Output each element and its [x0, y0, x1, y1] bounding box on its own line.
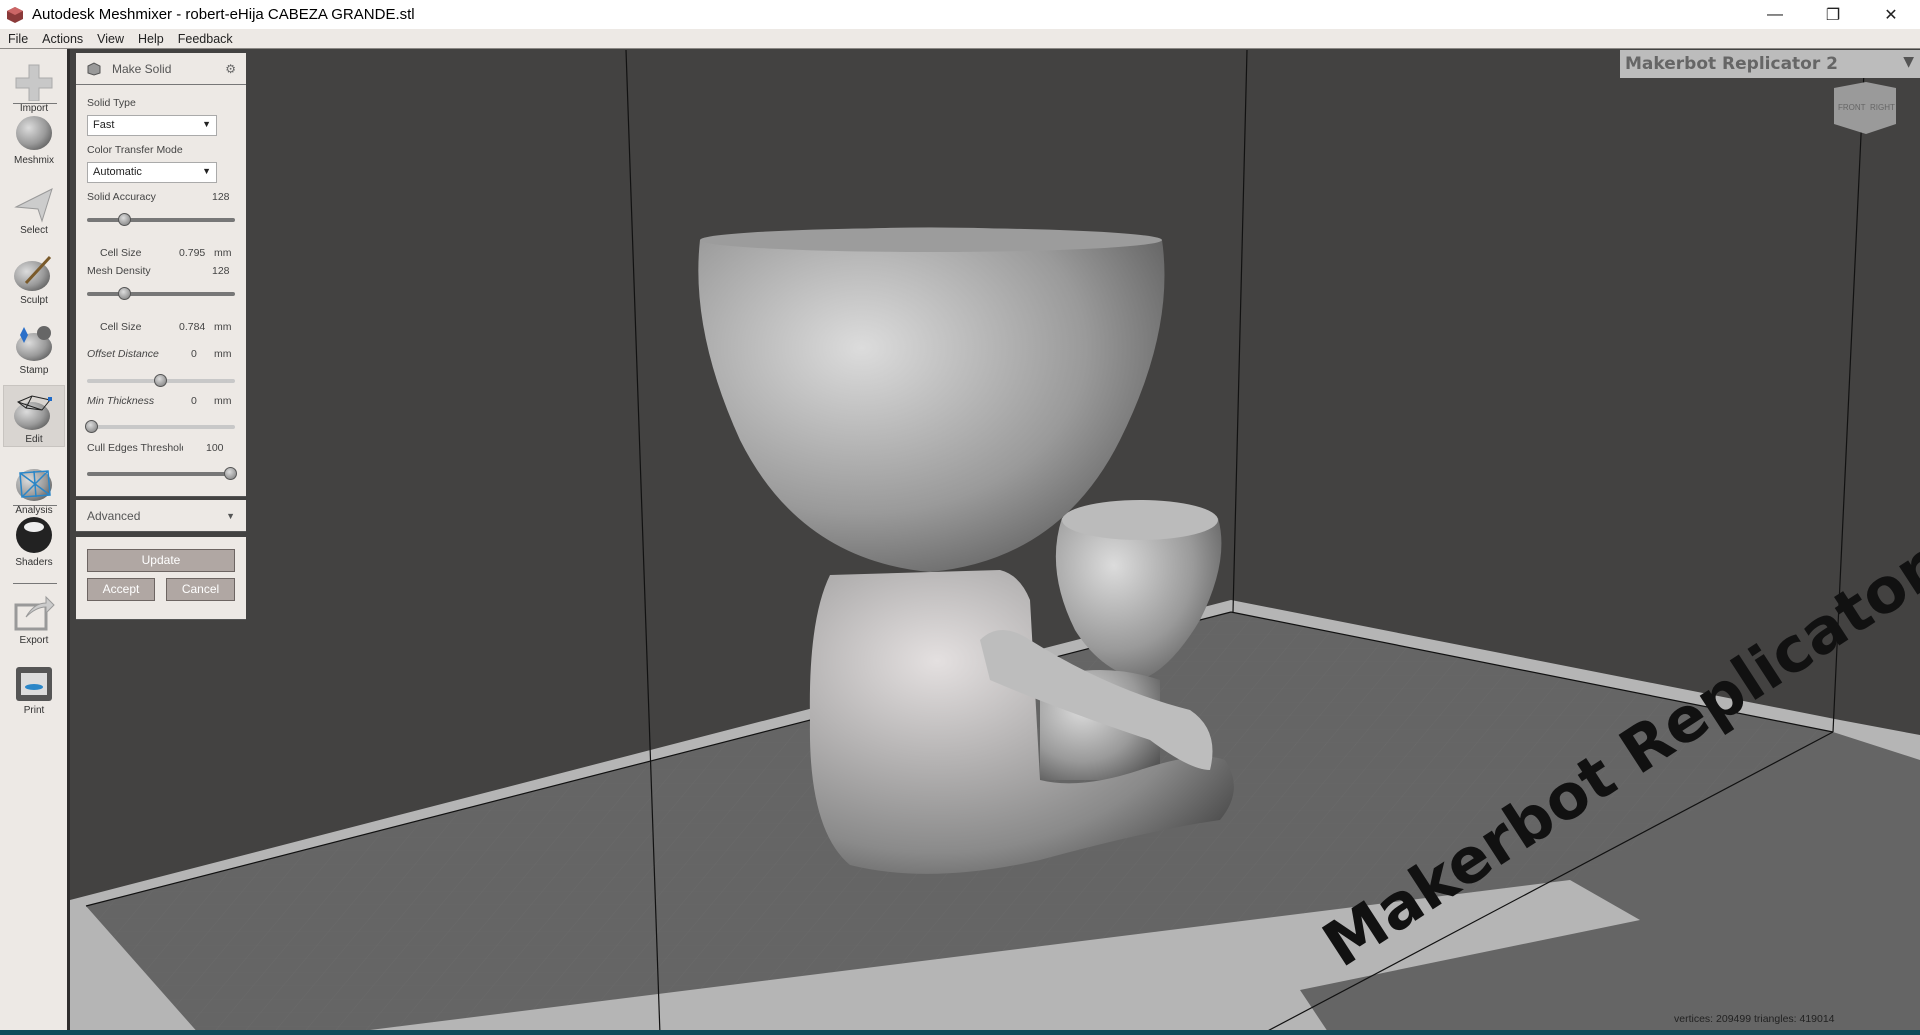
tool-stamp[interactable]: Stamp [3, 323, 65, 376]
unit-label: mm [214, 321, 232, 333]
cull-edges-slider[interactable] [87, 467, 237, 480]
advanced-label: Advanced [87, 508, 141, 523]
cull-edges-label: Cull Edges Threshold [87, 442, 183, 454]
offset-distance-label: Offset Distance [87, 348, 159, 360]
solid-type-select[interactable]: Fast ▼ [87, 115, 217, 136]
mesh-density-value: 128 [212, 265, 230, 277]
meshmix-icon [16, 116, 52, 150]
mesh-stats: vertices: 209499 triangles: 419014 [1670, 1008, 1920, 1030]
menu-help[interactable]: Help [138, 32, 164, 46]
update-button[interactable]: Update [87, 549, 235, 572]
tool-meshmix[interactable]: Meshmix [3, 113, 65, 166]
cell-size-value: 0.795 [179, 247, 206, 259]
cell-size-label: Cell Size [100, 247, 142, 259]
chevron-down-icon: ▼ [202, 166, 211, 176]
solid-accuracy-label: Solid Accuracy [87, 191, 156, 203]
min-thickness-slider[interactable] [85, 420, 235, 433]
offset-distance-slider[interactable] [87, 374, 235, 387]
offset-distance-value: 0 [191, 348, 197, 360]
menu-bar: File Actions View Help Feedback [0, 29, 1920, 49]
title-bar: Autodesk Meshmixer - robert-eHija CABEZA… [0, 0, 1920, 29]
sculpt-icon [14, 255, 52, 291]
solid-type-label: Solid Type [87, 97, 136, 109]
cancel-button[interactable]: Cancel [166, 578, 235, 601]
mesh-density-label: Mesh Density [87, 265, 151, 277]
shaders-icon [16, 517, 52, 553]
menu-actions[interactable]: Actions [42, 32, 83, 46]
print-icon [16, 667, 52, 701]
minimize-button[interactable]: — [1746, 0, 1804, 29]
color-mode-select[interactable]: Automatic ▼ [87, 162, 217, 183]
solid-accuracy-value: 128 [212, 191, 230, 203]
printer-select[interactable]: Makerbot Replicator 2 ▼ [1620, 50, 1920, 78]
panel-title: Make Solid [112, 61, 172, 76]
restore-button[interactable]: ❐ [1804, 0, 1862, 29]
window-title: Autodesk Meshmixer - robert-eHija CABEZA… [32, 6, 415, 23]
make-solid-panel: Make Solid ⚙ Solid Type Fast ▼ Color Trans… [76, 53, 246, 497]
tool-edit[interactable]: Edit [3, 385, 65, 447]
chevron-down-icon: ▼ [226, 510, 235, 521]
cull-edges-value: 100 [206, 442, 224, 454]
tool-print[interactable]: Print [3, 663, 65, 716]
bottom-bar [0, 1030, 1920, 1035]
edit-icon [14, 395, 52, 430]
tool-import[interactable]: Import [3, 61, 65, 114]
left-toolbar: Import Meshmix Select Sculpt Stamp Edit … [0, 49, 70, 1035]
view-cube[interactable]: FRONT RIGHT [1832, 80, 1898, 136]
unit-label: mm [214, 395, 232, 407]
cell-size-value: 0.784 [179, 321, 206, 333]
min-thickness-value: 0 [191, 395, 197, 407]
chevron-down-icon: ▼ [1903, 54, 1914, 70]
analysis-icon [16, 469, 52, 501]
menu-file[interactable]: File [8, 32, 28, 46]
gear-icon[interactable]: ⚙ [225, 62, 236, 76]
solid-accuracy-slider[interactable] [87, 213, 235, 226]
accept-button[interactable]: Accept [87, 578, 155, 601]
tool-export[interactable]: Export [3, 593, 65, 646]
tool-analysis[interactable]: Analysis [3, 463, 65, 516]
advanced-section[interactable]: Advanced ▼ [76, 500, 246, 532]
unit-label: mm [214, 247, 232, 259]
stamp-icon [16, 326, 52, 361]
cube-front-label: FRONT [1838, 103, 1866, 112]
menu-feedback[interactable]: Feedback [178, 32, 233, 46]
import-icon [15, 64, 53, 101]
color-mode-label: Color Transfer Mode [87, 144, 183, 156]
solid-cube-icon [87, 61, 101, 76]
meshmixer-logo-icon [7, 6, 23, 23]
menu-view[interactable]: View [97, 32, 124, 46]
select-icon [14, 188, 53, 223]
cube-right-label: RIGHT [1870, 103, 1895, 112]
chevron-down-icon: ▼ [202, 119, 211, 129]
cell-size-label: Cell Size [100, 321, 142, 333]
mesh-density-slider[interactable] [87, 287, 235, 300]
tool-select[interactable]: Select [3, 183, 65, 236]
viewport-3d[interactable] [0, 0, 1920, 1035]
unit-label: mm [214, 348, 232, 360]
tool-sculpt[interactable]: Sculpt [3, 253, 65, 306]
tool-shaders[interactable]: Shaders [3, 515, 65, 568]
export-icon [14, 595, 55, 631]
min-thickness-label: Min Thickness [87, 395, 155, 407]
close-button[interactable]: ✕ [1862, 0, 1920, 29]
action-buttons-panel: Update Accept Cancel [76, 537, 246, 620]
